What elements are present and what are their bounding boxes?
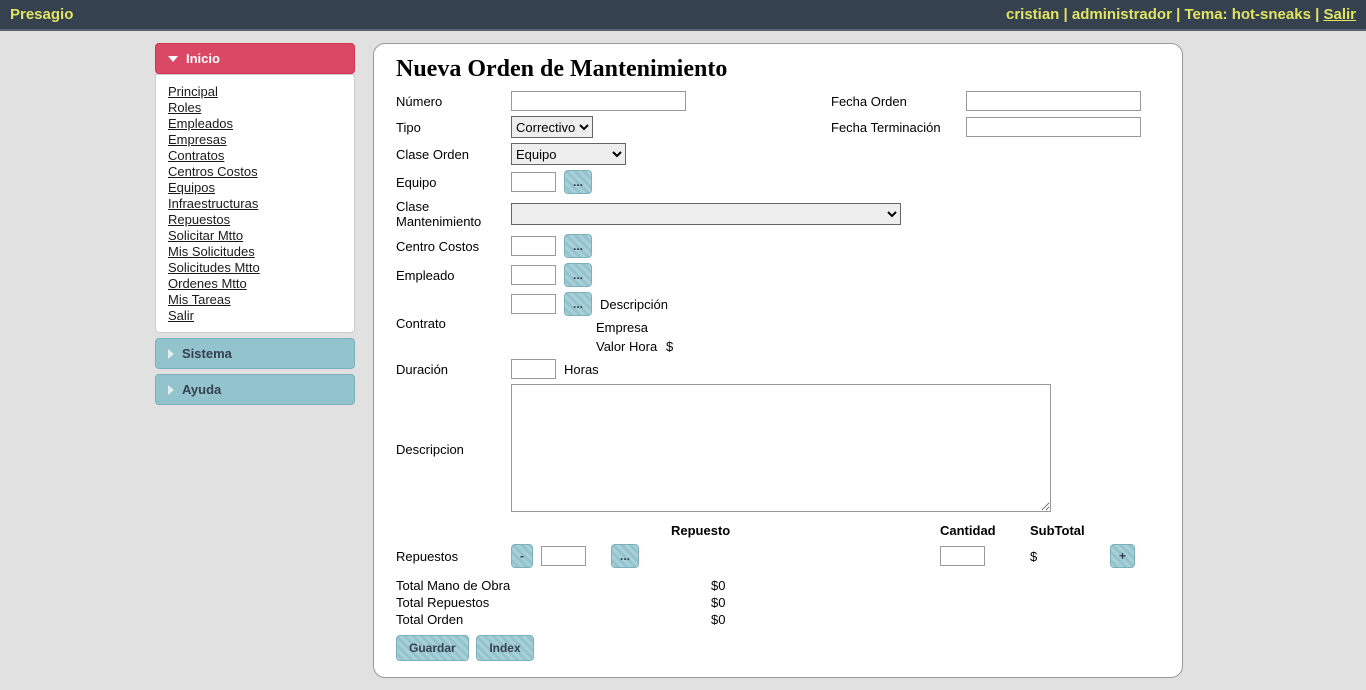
topbar-theme-label: Tema:: [1184, 6, 1227, 23]
nav-equipos[interactable]: Equipos: [168, 180, 342, 195]
topbar: Presagio cristian | administrador | Tema…: [0, 0, 1366, 31]
accordion-inicio[interactable]: Inicio: [155, 43, 355, 74]
add-repuesto-button[interactable]: +: [1110, 544, 1135, 568]
col-subtotal: SubTotal: [1030, 523, 1110, 538]
nav-repuestos[interactable]: Repuestos: [168, 212, 342, 227]
remove-repuesto-button[interactable]: -: [511, 544, 533, 568]
page-title: Nueva Orden de Mantenimiento: [396, 56, 1160, 83]
label-contrato: Contrato: [396, 316, 511, 331]
topbar-user: cristian: [1006, 6, 1059, 23]
input-duracion[interactable]: [511, 359, 556, 379]
chevron-down-icon: [168, 56, 178, 62]
input-contrato[interactable]: [511, 294, 556, 314]
label-clase-orden: Clase Orden: [396, 147, 511, 162]
nav-roles[interactable]: Roles: [168, 100, 342, 115]
label-equipo: Equipo: [396, 175, 511, 190]
index-button[interactable]: Index: [476, 635, 533, 661]
accordion-inicio-label: Inicio: [186, 51, 220, 66]
logout-link[interactable]: Salir: [1323, 6, 1356, 23]
label-fecha-terminacion: Fecha Terminación: [831, 120, 966, 135]
label-contrato-descripcion: Descripción: [600, 297, 668, 312]
nav-solicitar-mtto[interactable]: Solicitar Mtto: [168, 228, 342, 243]
label-duracion: Duración: [396, 362, 511, 377]
value-contrato-valor-hora-cur: $: [666, 339, 1146, 354]
lookup-centro-costos-button[interactable]: ...: [564, 234, 592, 258]
nav-empresas[interactable]: Empresas: [168, 132, 342, 147]
label-centro-costos: Centro Costos: [396, 239, 511, 254]
label-descripcion: Descripcion: [396, 442, 511, 457]
label-repuestos: Repuestos: [396, 549, 511, 564]
lookup-empleado-button[interactable]: ...: [564, 263, 592, 287]
label-horas: Horas: [564, 362, 599, 377]
nav-contratos[interactable]: Contratos: [168, 148, 342, 163]
value-total-repuestos: $0: [711, 595, 1160, 610]
input-fecha-orden[interactable]: [966, 91, 1141, 111]
label-total-repuestos: Total Repuestos: [396, 595, 711, 610]
nav-centros-costos[interactable]: Centros Costos: [168, 164, 342, 179]
label-empleado: Empleado: [396, 268, 511, 283]
nav-ordenes-mtto[interactable]: Ordenes Mtto: [168, 276, 342, 291]
nav-mis-solicitudes[interactable]: Mis Solicitudes: [168, 244, 342, 259]
label-fecha-orden: Fecha Orden: [831, 94, 966, 109]
topbar-right: cristian | administrador | Tema: hot-sne…: [1006, 6, 1356, 23]
label-total-mano-obra: Total Mano de Obra: [396, 578, 711, 593]
lookup-repuesto-button[interactable]: ...: [611, 544, 639, 568]
select-clase-orden[interactable]: Equipo: [511, 143, 626, 165]
label-clase-mantenimiento: Clase Mantenimiento: [396, 199, 511, 229]
value-repuesto-subtotal: $: [1030, 549, 1110, 564]
label-contrato-valor-hora: Valor Hora: [596, 339, 666, 354]
input-fecha-terminacion[interactable]: [966, 117, 1141, 137]
textarea-descripcion[interactable]: [511, 384, 1051, 512]
select-clase-mantenimiento[interactable]: [511, 203, 901, 225]
input-centro-costos[interactable]: [511, 236, 556, 256]
lookup-contrato-button[interactable]: ...: [564, 292, 592, 316]
topbar-theme: hot-sneaks: [1232, 6, 1311, 23]
col-cantidad: Cantidad: [940, 523, 1030, 538]
app-name: Presagio: [10, 6, 73, 23]
label-total-orden: Total Orden: [396, 612, 711, 627]
nav-salir[interactable]: Salir: [168, 308, 342, 323]
chevron-right-icon: [168, 349, 174, 359]
accordion-sistema-label: Sistema: [182, 346, 232, 361]
guardar-button[interactable]: Guardar: [396, 635, 469, 661]
lookup-equipo-button[interactable]: ...: [564, 170, 592, 194]
input-repuesto-code[interactable]: [541, 546, 586, 566]
topbar-role: administrador: [1072, 6, 1172, 23]
main-panel: Nueva Orden de Mantenimiento Número Fech…: [373, 43, 1183, 678]
label-numero: Número: [396, 94, 511, 109]
label-contrato-empresa: Empresa: [596, 320, 666, 335]
chevron-right-icon: [168, 385, 174, 395]
input-equipo[interactable]: [511, 172, 556, 192]
value-total-orden: $0: [711, 612, 1160, 627]
input-numero[interactable]: [511, 91, 686, 111]
accordion-ayuda[interactable]: Ayuda: [155, 374, 355, 405]
accordion-ayuda-label: Ayuda: [182, 382, 221, 397]
nav-infraestructuras[interactable]: Infraestructuras: [168, 196, 342, 211]
input-empleado[interactable]: [511, 265, 556, 285]
nav-empleados[interactable]: Empleados: [168, 116, 342, 131]
col-repuesto: Repuesto: [671, 523, 940, 538]
select-tipo[interactable]: Correctivo: [511, 116, 593, 138]
value-total-mano-obra: $0: [711, 578, 1160, 593]
accordion-sistema[interactable]: Sistema: [155, 338, 355, 369]
input-repuesto-cantidad[interactable]: [940, 546, 985, 566]
nav-solicitudes-mtto[interactable]: Solicitudes Mtto: [168, 260, 342, 275]
accordion-inicio-content: Principal Roles Empleados Empresas Contr…: [155, 74, 355, 333]
label-tipo: Tipo: [396, 120, 511, 135]
sidebar: Inicio Principal Roles Empleados Empresa…: [155, 43, 355, 405]
nav-mis-tareas[interactable]: Mis Tareas: [168, 292, 342, 307]
nav-principal[interactable]: Principal: [168, 84, 342, 99]
